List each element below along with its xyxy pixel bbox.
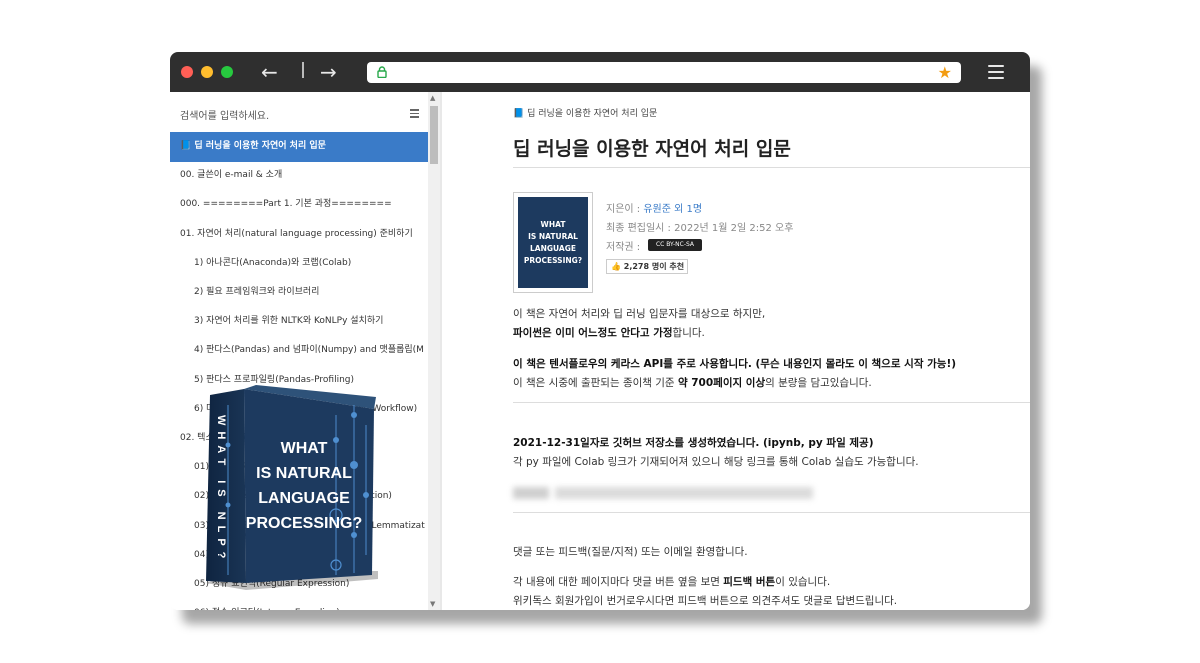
github-link-blurred[interactable] (513, 487, 813, 499)
back-arrow-icon[interactable]: ← (261, 60, 278, 84)
scroll-thumb[interactable] (430, 106, 438, 164)
box-front-line-3: LANGUAGE (258, 490, 350, 507)
sidebar-item[interactable]: 000. ========Part 1. 기본 과정======== (170, 190, 428, 219)
box-front-line-2: IS NATURAL (256, 465, 352, 482)
edit-date: 최종 편집일시 : 2022년 1월 2일 2:52 오후 (606, 223, 794, 234)
sidebar-item[interactable]: 00. 글쓴이 e-mail & 소개 (170, 161, 428, 190)
sidebar-item[interactable]: 3) 자연어 처리를 위한 NLTK와 KoNLPy 설치하기 (170, 307, 428, 336)
sidebar-item[interactable]: 1) 아나콘다(Anaconda)와 코랩(Colab) (170, 249, 428, 278)
author-link[interactable]: 유원준 외 1명 (643, 204, 702, 215)
author-line: 지은이 : 유원준 외 1명 (606, 204, 703, 215)
license-label: 저작권 : (606, 242, 641, 253)
box-spine-text: WHAT IS NLP? (215, 415, 227, 564)
sidebar-scrollbar[interactable]: ▲ ▼ (428, 92, 440, 610)
api-line: 이 책은 텐서플로우의 케라스 API를 주로 사용합니다. (무슨 내용인지 … (513, 358, 957, 370)
maximize-window-button[interactable] (221, 66, 233, 78)
box-front-line-4: PROCESSING? (246, 515, 362, 532)
pages-line: 이 책은 시중에 출판되는 종이책 기준 약 700페이지 이상의 분량을 담고… (513, 377, 872, 389)
update-notice: 2021-12-31일자로 깃허브 저장소를 생성하였습니다. (ipynb, … (513, 437, 874, 449)
recommend-button[interactable]: 👍 2,278 명이 추천 (606, 259, 688, 274)
lock-icon (377, 66, 387, 78)
license-badge[interactable]: CC BY-NC-SA (648, 239, 702, 251)
search-input[interactable]: 검색어를 입력하세요. (180, 107, 269, 122)
browser-titlebar: ← → ★ (170, 52, 1030, 92)
page-title: 딥 러닝을 이용한 자연어 처리 입문 (513, 138, 791, 160)
title-divider (513, 167, 1030, 168)
main-content: 📘 딥 러닝을 이용한 자연어 처리 입문 딥 러닝을 이용한 자연어 처리 입… (442, 92, 1030, 610)
forward-arrow-icon[interactable]: → (320, 60, 337, 84)
sidebar-item[interactable]: 4) 판다스(Pandas) and 넘파이(Numpy) and 맷플롭립(M (170, 336, 428, 365)
close-window-button[interactable] (181, 66, 193, 78)
section-divider-2 (513, 512, 1030, 513)
feedback-line-1: 댓글 또는 피드백(질문/지적) 또는 이메일 환영합니다. (513, 546, 748, 558)
book-cover-image: WHAT IS NATURAL LANGUAGE PROCESSING? (518, 197, 588, 288)
nav-separator (302, 62, 304, 78)
intro-line-2: 파이썬은 이미 어느정도 안다고 가정합니다. (513, 327, 705, 339)
book-box-3d: WHAT IS NATURAL LANGUAGE PROCESSING? WHA… (206, 385, 378, 590)
browser-menu-icon[interactable] (988, 65, 1004, 79)
feedback-line-3: 위키독스 회원가입이 번거로우시다면 피드백 버튼으로 의견주셔도 댓글로 답변… (513, 595, 898, 607)
colab-notice: 각 py 파일에 Colab 링크가 기재되어져 있으니 해당 링크를 통해 C… (513, 456, 919, 468)
minimize-window-button[interactable] (201, 66, 213, 78)
sidebar-item[interactable]: 06) 정수 인코딩(Integer Encoding) (170, 599, 428, 610)
sidebar-menu-icon[interactable] (410, 109, 419, 120)
scroll-up-icon[interactable]: ▲ (430, 94, 435, 102)
sidebar-item[interactable]: 01. 자연어 처리(natural language processing) … (170, 220, 428, 249)
address-bar[interactable]: ★ (367, 62, 961, 83)
sidebar-item[interactable]: 2) 필요 프레임워크와 라이브러리 (170, 278, 428, 307)
scroll-down-icon[interactable]: ▼ (430, 600, 435, 608)
bookmark-star-icon[interactable]: ★ (938, 62, 952, 83)
box-front-line-1: WHAT (281, 440, 328, 457)
book-cover: WHAT IS NATURAL LANGUAGE PROCESSING? (513, 192, 593, 293)
section-divider-1 (513, 402, 1030, 403)
breadcrumb[interactable]: 📘 딥 러닝을 이용한 자연어 처리 입문 (513, 106, 657, 119)
sidebar-item-active[interactable]: 📘 딥 러닝을 이용한 자연어 처리 입문 (170, 132, 428, 162)
feedback-line-2: 각 내용에 대한 페이지마다 댓글 버튼 옆을 보면 피드백 버튼이 있습니다. (513, 576, 831, 588)
intro-line-1: 이 책은 자연어 처리와 딥 러닝 입문자를 대상으로 하지만, (513, 308, 766, 320)
